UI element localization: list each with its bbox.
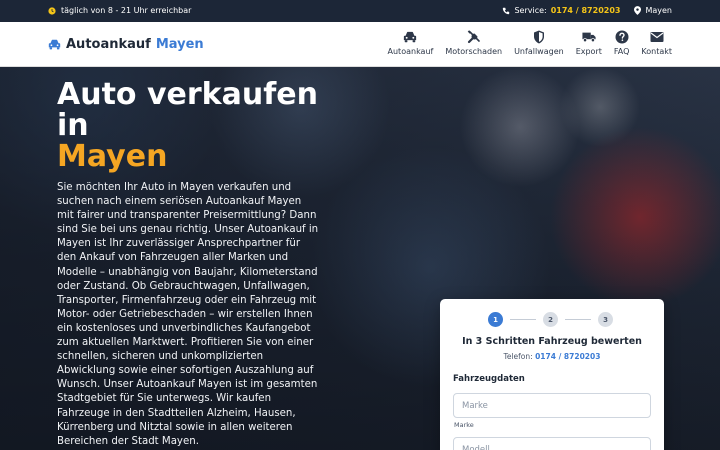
site-header: Autoankauf Mayen Autoankauf Motorschaden… <box>0 22 720 67</box>
nav-label-autoankauf: Autoankauf <box>387 47 434 56</box>
nav-item-export[interactable]: Export <box>576 30 602 56</box>
brand-city: Mayen <box>155 37 204 52</box>
nav-label-unfallwagen: Unfallwagen <box>514 47 564 56</box>
step-connector <box>510 319 536 320</box>
nav-item-autoankauf[interactable]: Autoankauf <box>387 30 434 56</box>
step-2: 2 <box>543 312 558 327</box>
make-input[interactable]: Marke <box>453 393 651 418</box>
form-phone: Telefon: 0174 / 8720203 <box>440 352 664 361</box>
nav-label-motorschaden: Motorschaden <box>445 47 503 56</box>
location-text: Mayen <box>645 6 672 15</box>
truck-icon <box>582 32 596 42</box>
car-icon <box>48 39 61 50</box>
opening-hours: täglich von 8 - 21 Uhr erreichbar <box>48 6 191 15</box>
envelope-icon <box>650 32 664 42</box>
hero-title-city: Mayen <box>57 139 168 174</box>
brand-logo[interactable]: Autoankauf Mayen <box>48 37 204 52</box>
map-marker-icon <box>634 6 642 15</box>
nav-label-export: Export <box>575 47 602 56</box>
step-1: 1 <box>488 312 503 327</box>
question-icon <box>615 30 629 44</box>
nav-label-kontakt: Kontakt <box>641 47 672 56</box>
step-connector <box>565 319 591 320</box>
hero-section: Auto verkaufen in Mayen Sie möchten Ihr … <box>0 67 720 450</box>
car-icon <box>404 31 417 43</box>
service-phone-number[interactable]: 0174 / 8720203 <box>551 6 621 15</box>
nav-item-motorschaden[interactable]: Motorschaden <box>445 30 502 56</box>
model-input[interactable]: Modell <box>453 437 651 450</box>
step-3: 3 <box>598 312 613 327</box>
service-label: Service: <box>514 6 547 15</box>
form-title: In 3 Schritten Fahrzeug bewerten <box>462 336 642 347</box>
service-phone[interactable]: Service: 0174 / 8720203 <box>502 6 620 15</box>
top-bar: täglich von 8 - 21 Uhr erreichbar Servic… <box>0 0 720 22</box>
main-navigation: Autoankauf Motorschaden Unfallwagen Expo… <box>388 30 672 56</box>
nav-item-unfallwagen[interactable]: Unfallwagen <box>514 30 564 56</box>
shield-icon <box>533 30 544 44</box>
clock-icon <box>48 6 56 15</box>
tools-icon <box>467 30 480 44</box>
form-section-title: Fahrzeugdaten <box>453 374 525 384</box>
brand-name: Autoankauf <box>66 37 151 52</box>
valuation-form-card: 1 2 3 In 3 Schritten Fahrzeug bewerten T… <box>440 299 664 450</box>
nav-item-kontakt[interactable]: Kontakt <box>641 30 672 56</box>
hero-title: Auto verkaufen in Mayen <box>57 79 357 172</box>
hero-title-text: Auto verkaufen in <box>57 77 318 143</box>
nav-label-faq: FAQ <box>613 47 630 56</box>
nav-item-faq[interactable]: FAQ <box>613 30 630 56</box>
phone-icon <box>503 7 510 14</box>
form-phone-number[interactable]: 0174 / 8720203 <box>535 352 600 361</box>
step-indicator: 1 2 3 <box>488 312 613 327</box>
make-label: Marke <box>454 421 474 429</box>
location: Mayen <box>634 6 672 15</box>
form-phone-label: Telefon: <box>503 352 533 361</box>
hero-intro-text: Sie möchten Ihr Auto in Mayen verkaufen … <box>57 182 319 447</box>
hours-text: täglich von 8 - 21 Uhr erreichbar <box>61 6 192 15</box>
